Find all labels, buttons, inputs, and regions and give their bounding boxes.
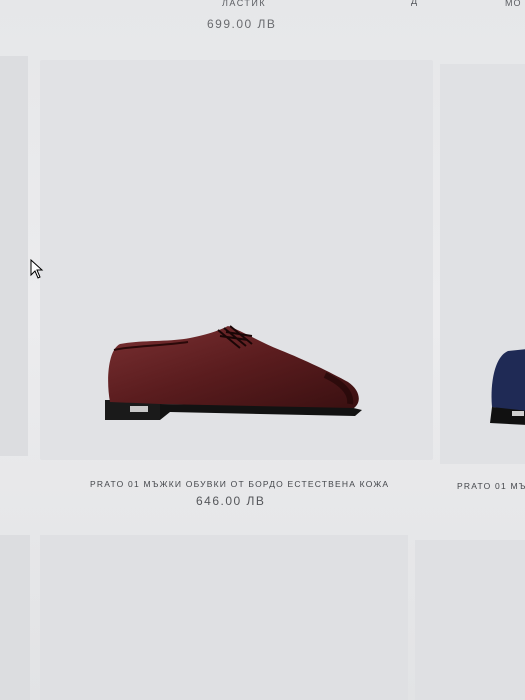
product-card-bottom-left[interactable] [0,535,30,700]
product-price-bordeaux: 646.00 ЛВ [196,494,266,508]
top-product-name[interactable]: ЛАСТИК [222,0,266,8]
product-image-bordeaux-shoe[interactable] [100,320,370,430]
product-card-left-partial[interactable] [0,56,28,456]
product-card-bottom-center[interactable] [40,535,408,700]
top-right-product-name-partial[interactable]: МО [505,0,522,8]
top-product-price: 699.00 ЛВ [207,17,277,31]
product-grid-page: ЛАСТИК 699.00 ЛВ Д МО PRATO 01 МЪЖКИ ОБУ… [0,0,525,700]
mouse-pointer-icon [30,259,44,279]
product-card-bottom-right[interactable] [415,540,525,700]
product-image-navy-shoe[interactable] [488,345,525,430]
product-name-navy-partial[interactable]: PRATO 01 МЪЖКИ [457,481,525,491]
top-right-partial-text: Д [411,0,418,6]
product-name-bordeaux[interactable]: PRATO 01 МЪЖКИ ОБУВКИ ОТ БОРДО ЕСТЕСТВЕН… [90,479,389,489]
